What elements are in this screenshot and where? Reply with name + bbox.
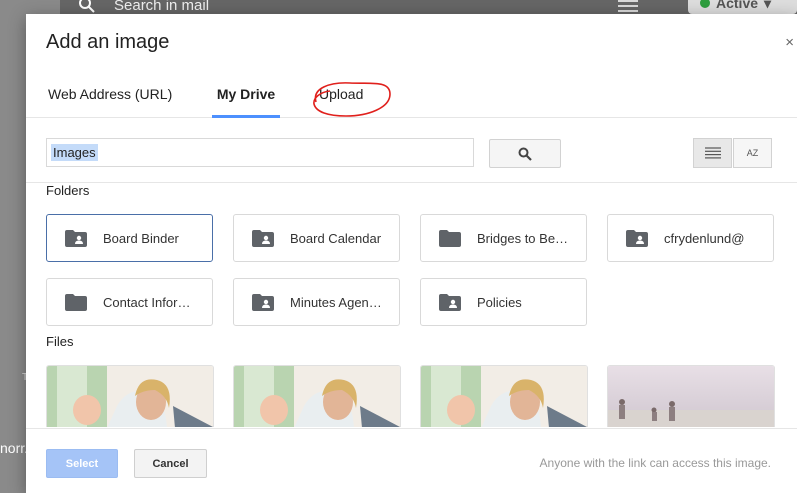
folder-name: cfrydenlund@	[664, 230, 745, 246]
folder-item[interactable]: Policies	[420, 278, 587, 326]
folder-name: Board Calendar	[290, 230, 382, 246]
shared-folder-icon	[626, 229, 648, 247]
folder-item[interactable]: Bridges to Better	[420, 214, 587, 262]
file-thumbnail[interactable]	[46, 365, 214, 427]
shared-folder-icon	[252, 293, 274, 311]
tab-upload[interactable]: Upload	[315, 84, 367, 118]
list-view-button[interactable]	[693, 138, 732, 168]
shared-folder-icon	[439, 293, 461, 311]
folder-item[interactable]: Contact Information	[46, 278, 213, 326]
folder-name: Contact Information	[103, 294, 195, 310]
beach-family-photo-image	[608, 366, 774, 427]
folder-name: Minutes Agendas	[290, 294, 382, 310]
tab-web-address[interactable]: Web Address (URL)	[44, 84, 176, 118]
dialog-title: Add an image	[46, 31, 170, 53]
folders-heading: Folders	[46, 183, 90, 198]
filter-options-icon[interactable]	[618, 0, 638, 12]
file-thumbnail[interactable]	[607, 365, 775, 427]
file-thumbnail[interactable]	[233, 365, 401, 427]
mail-search[interactable]: Search in mail	[78, 0, 209, 14]
folder-name: Board Binder	[103, 230, 179, 246]
folder-item[interactable]: Board Calendar	[233, 214, 400, 262]
sort-az-icon: AZ	[746, 147, 759, 158]
search-button[interactable]	[489, 139, 561, 168]
shared-folder-icon	[65, 229, 87, 247]
dialog-footer: Select Cancel Anyone with the link can a…	[26, 428, 797, 493]
status-dot-icon	[700, 0, 710, 8]
cancel-button[interactable]: Cancel	[134, 449, 207, 478]
folder-name: Policies	[477, 294, 522, 310]
folder-icon	[439, 229, 461, 247]
folder-item[interactable]: Minutes Agendas	[233, 278, 400, 326]
add-image-dialog: Add an image × Web Address (URL) My Driv…	[26, 14, 797, 493]
family-photo-image	[421, 366, 587, 427]
status-dropdown[interactable]: Active ▾	[688, 0, 797, 14]
search-icon	[518, 147, 532, 161]
file-thumbnail[interactable]	[420, 365, 588, 427]
tab-bar: Web Address (URL) My Drive Upload	[26, 72, 797, 118]
list-view-icon	[704, 147, 721, 159]
drive-search-input[interactable]: Images	[46, 138, 474, 167]
search-input-value: Images	[51, 144, 98, 161]
chevron-down-icon: ▾	[764, 0, 772, 11]
sort-button[interactable]: AZ	[733, 138, 772, 168]
folder-item[interactable]: cfrydenlund@	[607, 214, 774, 262]
family-photo-image	[47, 366, 213, 427]
folder-name: Bridges to Better	[477, 230, 569, 246]
folder-icon	[65, 293, 87, 311]
files-heading: Files	[46, 334, 74, 349]
select-button[interactable]: Select	[46, 449, 118, 478]
tab-my-drive[interactable]: My Drive	[212, 84, 280, 118]
family-photo-image	[234, 366, 400, 427]
shared-folder-icon	[252, 229, 274, 247]
folder-item[interactable]: Board Binder	[46, 214, 213, 262]
drive-toolbar: Images AZ	[26, 119, 797, 183]
close-icon[interactable]: ×	[785, 34, 794, 51]
sharing-note: Anyone with the link can access this ima…	[539, 456, 771, 470]
status-label: Active	[716, 0, 759, 11]
mail-search-placeholder: Search in mail	[114, 0, 210, 14]
search-icon	[79, 0, 95, 13]
background-text-fragment: norr.	[0, 440, 29, 456]
